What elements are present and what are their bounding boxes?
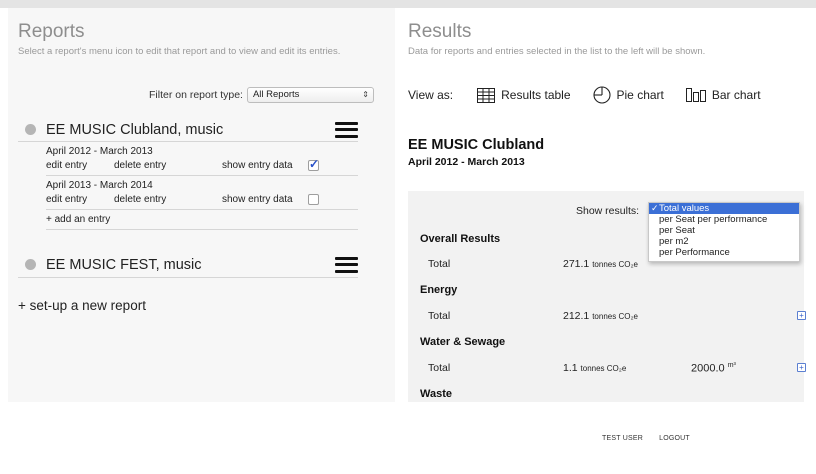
report-name: EE MUSIC Clubland, music [46,121,224,138]
bar-chart-icon [685,88,706,102]
row-value-group: 1.1 tonnes CO₂e [563,362,626,374]
report-type-filter: Filter on report type: All Reports ⇕ [149,87,374,103]
edit-entry-link[interactable]: edit entry [46,194,114,205]
row-value-secondary-group: 2000.0 m³ [691,362,736,375]
section-heading: Water & Sewage [420,336,506,348]
entry-period: April 2013 - March 2014 [46,180,153,191]
footer-links: TEST USER LOGOUT [602,435,704,442]
select-arrows-icon: ⇕ [362,90,369,99]
report-header[interactable]: EE MUSIC FEST, music [18,252,358,278]
new-report-link[interactable]: + set-up a new report [18,298,146,313]
report-menu-icon[interactable] [335,121,358,138]
row-value: 1.1 [563,362,578,374]
result-row: Total 1.1 tonnes CO₂e 2000.0 m³ + [428,362,806,375]
results-panel: Results Data for reports and entries sel… [402,8,808,402]
row-unit-secondary: m³ [727,362,736,369]
expand-plus-icon[interactable]: + [797,311,806,320]
edit-entry-link[interactable]: edit entry [46,160,114,171]
entry-row: April 2012 - March 2013 edit entry delet… [46,142,358,176]
reports-title: Reports [18,21,85,42]
user-name-link[interactable]: TEST USER [602,435,643,442]
dropdown-option[interactable]: per Seat [649,225,799,236]
delete-entry-link[interactable]: delete entry [114,160,222,171]
show-results-dropdown[interactable]: Total values per Seat per performance pe… [648,202,800,262]
results-subtitle: Data for reports and entries selected in… [408,46,706,57]
result-row: Total 271.1 tonnes CO₂e [428,258,804,270]
logout-link[interactable]: LOGOUT [659,435,690,442]
add-entry-link[interactable]: + add an entry [46,210,358,230]
top-strip [0,0,816,8]
row-value: 212.1 [563,310,590,322]
view-as-bar: View as: Results table Pie chart Bar cha… [408,86,783,104]
section-heading: Waste [420,388,452,400]
selected-report-period: April 2012 - March 2013 [408,156,525,168]
show-entry-data-checkbox[interactable] [308,157,319,171]
results-table-option[interactable]: Results table [477,87,571,103]
reports-subtitle: Select a report's menu icon to edit that… [18,46,341,57]
report-header[interactable]: EE MUSIC Clubland, music [18,118,358,142]
dropdown-option[interactable]: per Performance [649,247,799,258]
report-type-select[interactable]: All Reports ⇕ [246,87,374,103]
pie-chart-label: Pie chart [616,88,664,102]
expand-plus-icon[interactable]: + [797,363,806,372]
bar-chart-option[interactable]: Bar chart [685,88,761,102]
row-label: Total [428,258,451,270]
results-title: Results [408,21,472,42]
dropdown-option[interactable]: per m2 [649,236,799,247]
show-results-label: Show results: [576,205,640,217]
result-row: Total 212.1 tonnes CO₂e + [428,310,806,322]
delete-entry-link[interactable]: delete entry [114,194,222,205]
results-table-label: Results table [501,88,571,102]
entry-row: April 2013 - March 2014 edit entry delet… [46,176,358,210]
reports-panel: Reports Select a report's menu icon to e… [8,8,395,402]
row-value-secondary: 2000.0 [691,362,725,375]
report-type-select-value: All Reports [252,89,300,100]
results-box: Show results: Total values per Seat per … [408,191,806,402]
pie-chart-icon [592,86,611,104]
row-unit: tonnes CO₂e [592,260,638,269]
section-heading: Energy [420,284,458,296]
row-value: 271.1 [563,258,590,270]
row-unit: tonnes CO₂e [580,364,627,373]
filter-label: Filter on report type: [149,89,243,101]
row-label: Total [428,310,451,322]
selected-report-title: EE MUSIC Clubland [408,137,545,153]
dropdown-option[interactable]: per Seat per performance [649,214,799,225]
view-as-label: View as: [408,88,454,102]
row-unit: tonnes CO₂e [592,312,638,321]
report-name: EE MUSIC FEST, music [46,256,202,273]
show-entry-data-label: show entry data [222,193,293,205]
report-item: EE MUSIC FEST, music [18,252,358,278]
report-status-dot [25,259,36,270]
dropdown-option-selected[interactable]: Total values [649,203,799,214]
report-menu-icon[interactable] [335,256,358,273]
report-status-dot [25,124,36,135]
show-entry-data-label: show entry data [222,159,293,171]
pie-chart-option[interactable]: Pie chart [592,86,664,104]
table-icon [477,87,496,103]
bar-chart-label: Bar chart [711,88,761,102]
row-value-group: 271.1 tonnes CO₂e [563,258,638,270]
report-item: EE MUSIC Clubland, music April 2012 - Ma… [18,118,358,230]
row-label: Total [428,362,451,374]
show-entry-data-checkbox[interactable] [308,193,319,205]
row-value-group: 212.1 tonnes CO₂e [563,310,638,322]
section-heading: Overall Results [420,233,501,245]
